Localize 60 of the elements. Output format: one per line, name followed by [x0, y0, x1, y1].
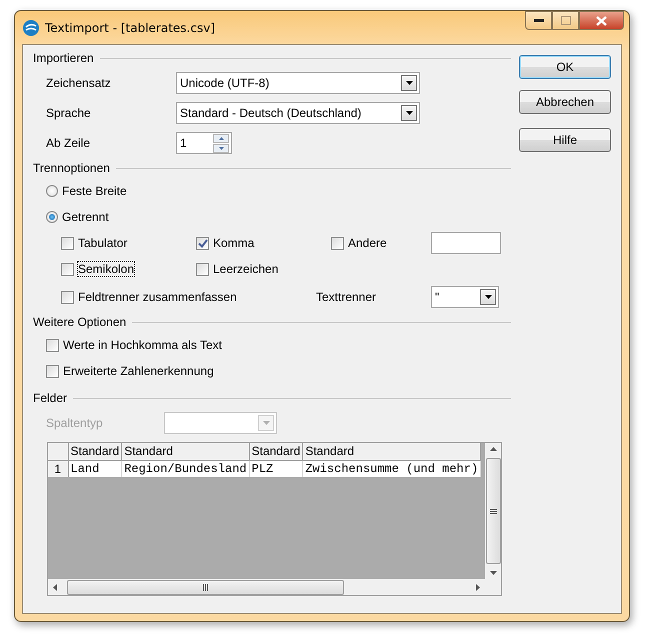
- section-heading: Felder: [33, 391, 68, 405]
- checkbox[interactable]: [46, 338, 59, 352]
- spin-arrows-icon: [213, 134, 229, 152]
- checkbox[interactable]: [61, 236, 74, 250]
- radio-button[interactable]: [46, 211, 58, 223]
- field-label: Spaltentyp: [46, 416, 104, 430]
- option-label: Tabulator: [78, 236, 128, 250]
- table-cell: PLZ: [249, 460, 303, 477]
- grip-icon: [203, 584, 208, 590]
- scroll-right-arrow-icon[interactable]: [476, 584, 481, 590]
- dropdown[interactable]: ": [431, 286, 499, 308]
- option-label: Feste Breite: [62, 184, 127, 198]
- minimize-icon: [534, 18, 544, 22]
- minimize-button[interactable]: [525, 11, 552, 30]
- option-label: Leerzeichen: [213, 262, 278, 276]
- field-label: Sprache: [46, 106, 92, 120]
- checkbox[interactable]: [196, 236, 209, 250]
- field-label: Zeichensatz: [46, 76, 112, 90]
- grip-icon: [490, 508, 496, 514]
- section-heading: Weitere Optionen: [33, 315, 126, 329]
- section-heading: Trennoptionen: [33, 161, 110, 175]
- radio-button[interactable]: [46, 185, 58, 197]
- dialog-button[interactable]: Abbrechen: [519, 90, 611, 114]
- field-label: Texttrenner: [316, 290, 378, 304]
- table-cell: Zwischensumme (und mehr): [302, 460, 481, 477]
- input-field[interactable]: [431, 232, 501, 254]
- dialog-button[interactable]: OK: [519, 55, 611, 79]
- option-label: Feldtrenner zusammenfassen: [78, 290, 237, 304]
- table-cell: Land: [68, 460, 122, 477]
- maximize-icon: [560, 16, 570, 25]
- option-label: Andere: [348, 236, 387, 250]
- column-header[interactable]: Standard: [122, 443, 250, 460]
- option-label: Semikolon: [78, 262, 134, 276]
- column-header[interactable]: Standard: [249, 443, 303, 460]
- option-label: Komma: [213, 236, 254, 250]
- checkbox[interactable]: [61, 290, 74, 304]
- checkbox[interactable]: [46, 364, 59, 378]
- checkbox[interactable]: [196, 262, 209, 276]
- dialog-button[interactable]: Hilfe: [519, 128, 611, 152]
- maximize-button[interactable]: [552, 11, 579, 30]
- dropdown[interactable]: [164, 412, 277, 434]
- spin-field[interactable]: 1: [176, 132, 232, 154]
- checkbox[interactable]: [331, 236, 344, 250]
- checkbox[interactable]: [61, 262, 74, 276]
- option-label: Werte in Hochkomma als Text: [63, 338, 222, 352]
- close-button[interactable]: [579, 11, 624, 30]
- field-label: Ab Zeile: [46, 136, 92, 150]
- scroll-left-arrow-icon[interactable]: [52, 584, 57, 590]
- dropdown[interactable]: Unicode (UTF-8): [176, 72, 420, 94]
- row-number: 1: [48, 460, 68, 477]
- option-label: Erweiterte Zahlenerkennung: [63, 364, 214, 378]
- column-header[interactable]: Standard: [302, 443, 481, 460]
- section-heading: Importieren: [33, 51, 94, 65]
- app-icon: [23, 20, 39, 36]
- window-title: Textimport - [tablerates.csv]: [45, 20, 215, 34]
- column-header[interactable]: Standard: [68, 443, 122, 460]
- dropdown[interactable]: Standard - Deutsch (Deutschland): [176, 102, 420, 124]
- table-cell: Region/Bundesland: [122, 460, 250, 477]
- close-icon: [596, 16, 607, 26]
- option-label: Getrennt: [62, 210, 109, 224]
